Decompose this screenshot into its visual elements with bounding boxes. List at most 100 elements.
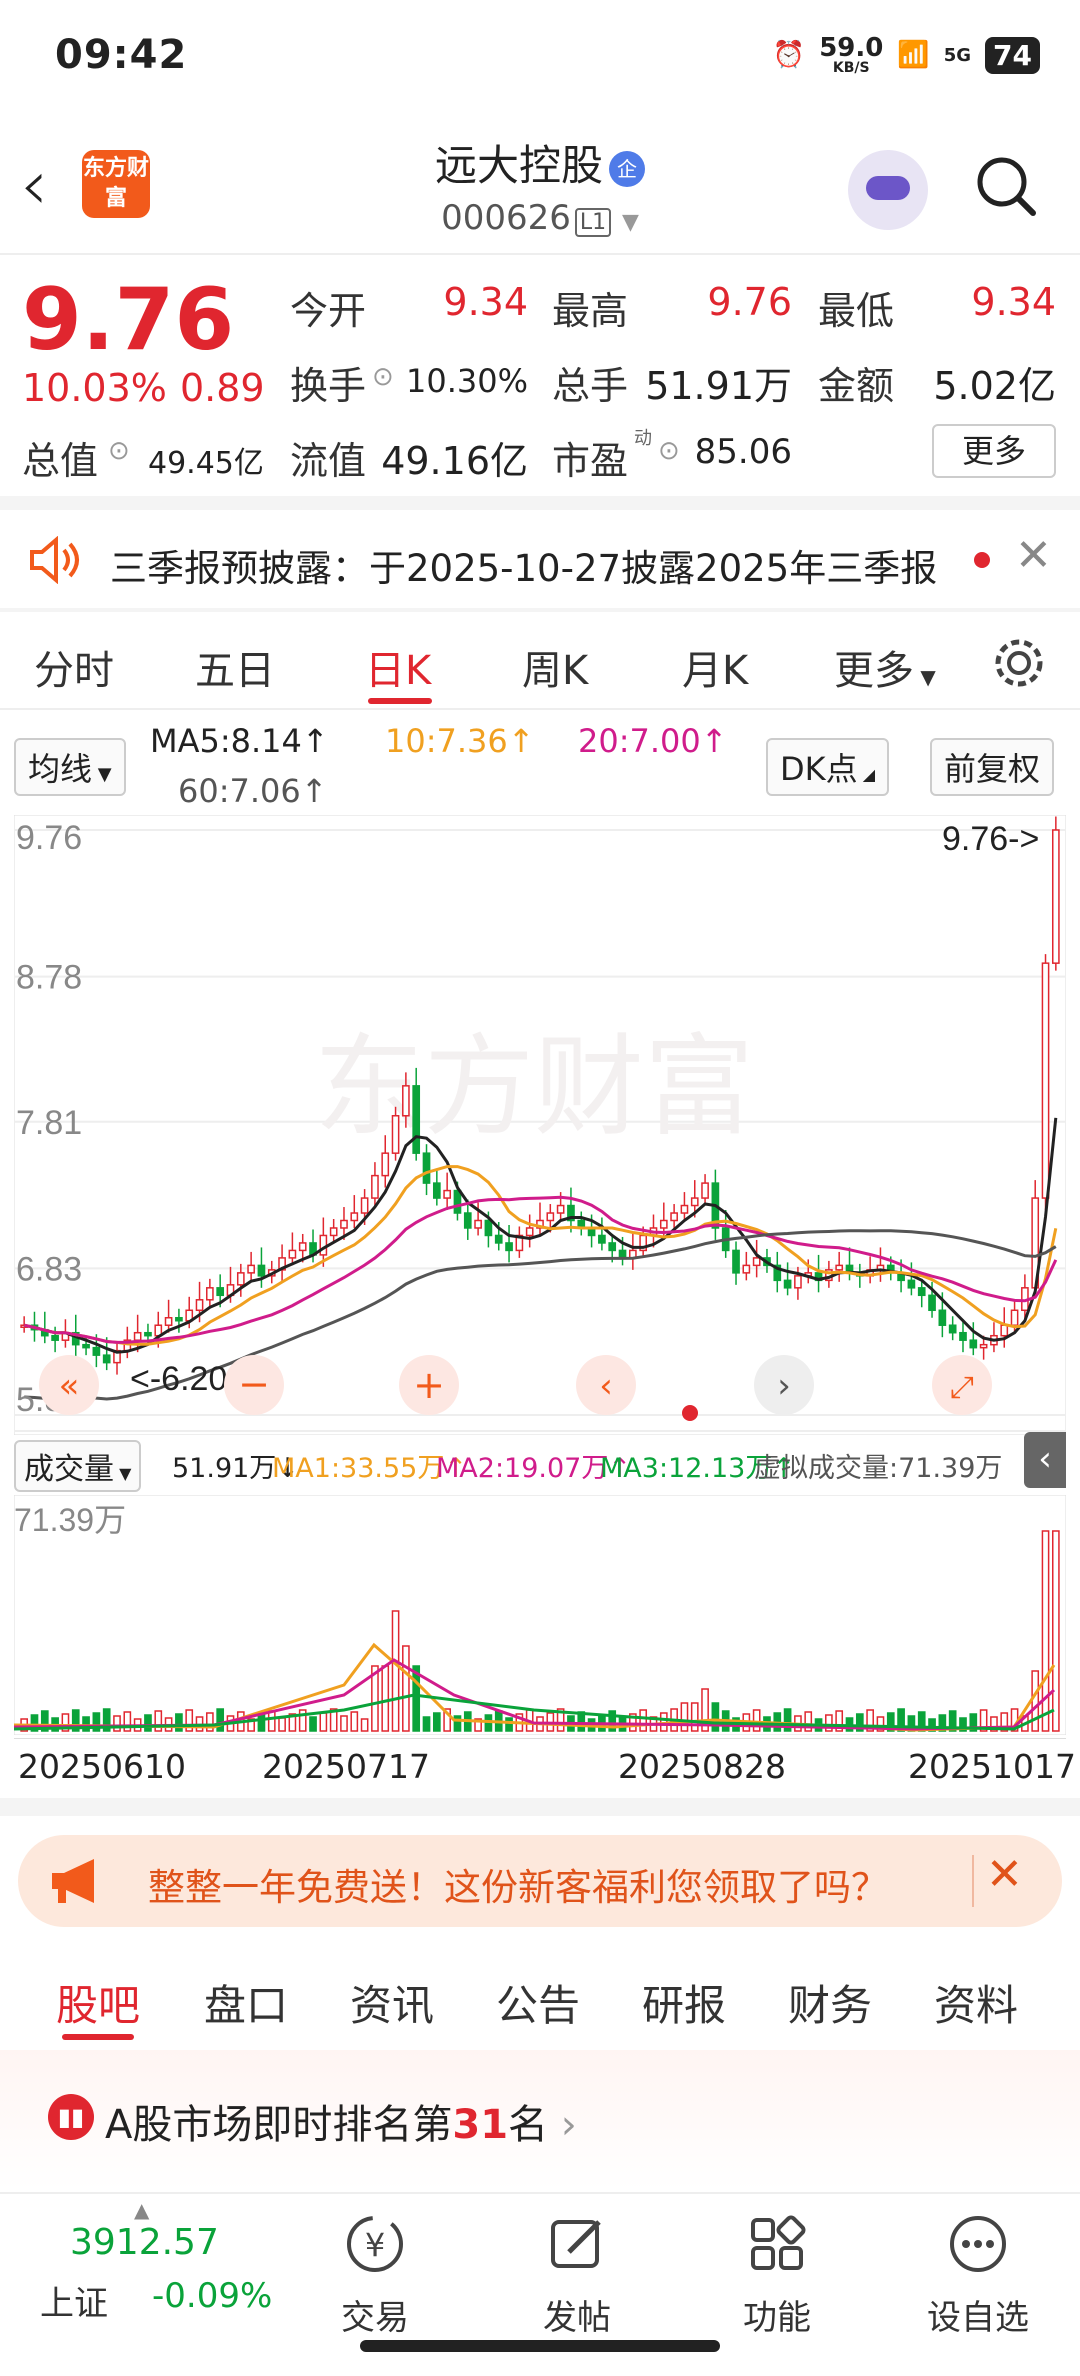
nav-functions[interactable]: 功能 xyxy=(707,2212,847,2339)
collapse-panel-button[interactable]: ‹ xyxy=(1024,1432,1066,1488)
tab-pankou[interactable]: 盘口 xyxy=(204,1972,288,2033)
index-change[interactable]: -0.09% xyxy=(152,2276,272,2316)
pe-dynamic-mark: 动 xyxy=(634,428,652,449)
stock-header: ‹ 东方财富 远大控股企 000626 L1 ▼ xyxy=(0,120,1080,255)
candle xyxy=(525,1227,534,1237)
volume-bar xyxy=(1031,1670,1040,1732)
candle xyxy=(92,1346,101,1356)
volume-bar xyxy=(402,1645,410,1732)
tab-weekly-k[interactable]: 周K xyxy=(522,638,588,696)
candle xyxy=(102,1354,111,1364)
tab-research[interactable]: 研报 xyxy=(642,1972,726,2033)
svg-text:¥: ¥ xyxy=(365,2226,385,2264)
pe-value: 85.06 xyxy=(694,432,792,472)
y-tick-label: 6.83 xyxy=(16,1250,82,1288)
candle xyxy=(546,1212,555,1222)
volume-bar xyxy=(278,1717,286,1732)
signal-icon: 5G xyxy=(943,44,972,66)
chevron-left-icon: ‹ xyxy=(599,1366,613,1406)
net-speed: 59.0 KB/S xyxy=(819,33,884,76)
chart-period-tabs: 分时 五日 日K 周K 月K 更多 ▼ xyxy=(0,620,1080,710)
close-icon[interactable]: ✕ xyxy=(1015,530,1052,581)
candle xyxy=(381,1152,390,1177)
nav-trade[interactable]: ¥ 交易 xyxy=(305,2212,445,2339)
tab-news[interactable]: 资讯 xyxy=(350,1972,434,2033)
rank-card[interactable]: ▮▮ A股市场即时排名第31名 › xyxy=(0,2050,1080,2190)
notice-bar[interactable]: 三季报预披露：于2025-10-27披露2025年三季报 ✕ xyxy=(0,510,1080,610)
candle xyxy=(1000,1324,1009,1337)
open-value: 9.34 xyxy=(443,280,528,324)
volume-chart[interactable]: 71.39万 xyxy=(14,1495,1066,1735)
search-icon[interactable] xyxy=(975,155,1037,217)
double-left-icon: « xyxy=(59,1366,80,1406)
index-name[interactable]: 上证 xyxy=(40,2276,108,2325)
candle xyxy=(794,1275,802,1289)
candlestick-chart[interactable]: 东方财富 9.768.787.816.835.85 9.76-> <-6.20 … xyxy=(14,815,1066,1435)
min-price-marker: <-6.20 xyxy=(130,1360,227,1398)
candle xyxy=(216,1287,225,1297)
mcap-value: 49.45亿 xyxy=(148,446,264,481)
close-icon[interactable]: ✕ xyxy=(986,1849,1023,1900)
volume-select[interactable]: 成交量 ▼ xyxy=(14,1440,142,1492)
tab-more[interactable]: 更多 ▼ xyxy=(834,638,936,696)
gear-icon[interactable] xyxy=(990,634,1048,692)
nav-post-label: 发帖 xyxy=(543,2298,611,2338)
tab-announcements[interactable]: 公告 xyxy=(496,1972,580,2033)
adjust-select[interactable]: 前复权 xyxy=(930,738,1055,796)
candle xyxy=(443,1189,451,1199)
candle xyxy=(371,1174,379,1199)
candle xyxy=(752,1257,761,1267)
ma-select[interactable]: 均线 ▼ xyxy=(14,738,126,796)
tab-guba[interactable]: 股吧 xyxy=(56,1972,140,2033)
more-quote-button[interactable]: 更多 xyxy=(932,424,1056,478)
info-icon[interactable]: ⊙ xyxy=(372,362,394,392)
volume-bar xyxy=(381,1665,390,1732)
index-value[interactable]: 3912.57 xyxy=(70,2222,219,2263)
info-icon[interactable]: ⊙ xyxy=(108,436,130,466)
volume-bar xyxy=(257,1714,266,1732)
volume-bar xyxy=(711,1702,720,1732)
tab-intraday[interactable]: 分时 xyxy=(34,638,114,696)
float-value: 49.16亿 xyxy=(381,439,528,483)
candle xyxy=(402,1085,410,1117)
home-indicator xyxy=(360,2340,720,2352)
tab-five-day[interactable]: 五日 xyxy=(195,638,275,696)
candle xyxy=(1041,962,1050,1199)
volume-bar xyxy=(340,1715,348,1732)
tab-daily-k[interactable]: 日K xyxy=(365,638,431,696)
candle xyxy=(979,1343,988,1349)
volume-bar xyxy=(1051,1530,1060,1732)
ranking-icon: ▮▮ xyxy=(48,2094,94,2140)
level-badge: L1 xyxy=(574,208,612,237)
rank-text: A股市场即时排名第31名 › xyxy=(105,2102,577,2148)
dk-point-select[interactable]: DK点 ◢ xyxy=(766,738,890,796)
candle xyxy=(474,1219,482,1229)
candle xyxy=(670,1212,678,1222)
robot-assistant-icon[interactable] xyxy=(848,150,928,230)
nav-watchlist[interactable]: 设自选 xyxy=(908,2212,1048,2339)
mcap-label: 总值 xyxy=(22,439,99,483)
candle xyxy=(144,1331,152,1337)
promo-banner[interactable]: 整整一年免费送！这份新客福利您领取了吗？ ✕ xyxy=(18,1835,1062,1927)
candle xyxy=(175,1316,183,1322)
candle xyxy=(288,1249,297,1259)
x-axis: 20250610 20250717 20250828 20251017 xyxy=(14,1738,1076,1798)
candle xyxy=(835,1264,844,1271)
candle xyxy=(484,1219,493,1237)
volume-bar xyxy=(175,1713,183,1732)
chevron-up-icon[interactable]: ▲ xyxy=(134,2198,149,2222)
low-value: 9.34 xyxy=(971,280,1056,324)
tab-profile[interactable]: 资料 xyxy=(934,1972,1018,2033)
candle xyxy=(453,1189,462,1214)
ma20-value: 20:7.00↑ xyxy=(578,722,728,760)
tab-monthly-k[interactable]: 月K xyxy=(682,638,748,696)
candle xyxy=(505,1242,513,1252)
status-icons: ⏰ 59.0 KB/S 📶 5G 74 xyxy=(773,30,1040,80)
tab-finance[interactable]: 财务 xyxy=(788,1972,872,2033)
max-price-marker: 9.76-> xyxy=(942,820,1039,858)
nav-trade-label: 交易 xyxy=(341,2298,409,2338)
candle xyxy=(742,1264,751,1274)
nav-post[interactable]: 发帖 xyxy=(507,2212,647,2339)
active-tab-underline xyxy=(62,2034,134,2040)
info-icon[interactable]: ⊙ xyxy=(658,436,680,466)
